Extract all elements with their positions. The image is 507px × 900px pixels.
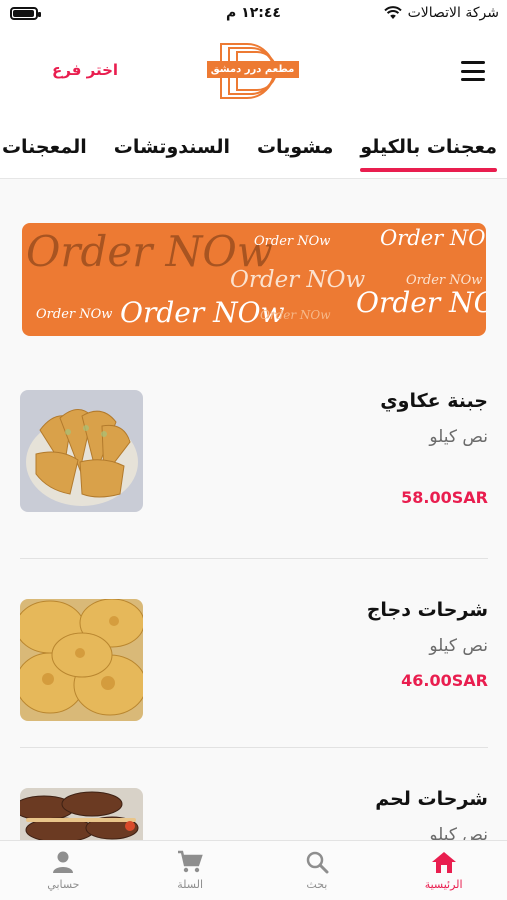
user-icon — [53, 851, 74, 873]
choose-branch-link[interactable]: اختر فرع — [52, 61, 118, 79]
product-card[interactable]: شرحات دجاج نص كيلو 46.00SAR — [20, 599, 488, 723]
promo-banner[interactable]: Order NOw Order NOw Order NOw Order NOw … — [22, 223, 486, 336]
banner-text: Order NOw — [254, 234, 331, 249]
product-name: شرحات لحم — [375, 788, 488, 810]
product-name: شرحات دجاج — [366, 599, 488, 621]
product-list[interactable]: Order NOw Order NOw Order NOw Order NOw … — [0, 179, 507, 840]
hamburger-menu-button[interactable] — [461, 61, 485, 81]
tab-pastries-by-kilo[interactable]: معجنات بالكيلو — [360, 136, 497, 172]
status-bar: ١٢:٤٤ م شركة الاتصالات — [0, 0, 507, 28]
wifi-icon — [383, 6, 402, 19]
item-divider — [20, 558, 488, 559]
nav-account[interactable]: حسابي — [0, 841, 127, 900]
search-icon — [306, 851, 329, 874]
product-image — [20, 390, 143, 512]
tab-grills[interactable]: مشويات — [257, 136, 333, 172]
logo-text: مطعم درر دمشق — [210, 64, 295, 75]
product-description: نص كيلو — [429, 427, 488, 447]
cart-icon — [178, 850, 203, 873]
product-card[interactable]: شرحات لحم نص كيلو — [20, 788, 488, 840]
nav-cart[interactable]: السلة — [127, 841, 254, 900]
product-description: نص كيلو — [429, 636, 488, 656]
product-image — [20, 788, 143, 840]
nav-label: السلة — [177, 878, 204, 891]
product-card[interactable]: جبنة عكاوي نص كيلو 58.00SAR — [20, 390, 488, 514]
tab-sandwiches[interactable]: السندوتشات — [114, 136, 230, 172]
banner-text: Order NOw — [260, 308, 331, 322]
menu-line — [461, 69, 485, 73]
nav-home[interactable]: الرئيسية — [380, 841, 507, 900]
product-name: جبنة عكاوي — [380, 390, 488, 412]
banner-text: Order NOw — [36, 307, 113, 322]
status-carrier: شركة الاتصالات — [383, 5, 499, 21]
product-price: 58.00SAR — [401, 488, 488, 507]
nav-label: بحث — [306, 878, 328, 891]
tab-pastries[interactable]: المعجنات — [2, 136, 87, 172]
battery-level — [13, 10, 34, 17]
nav-label: الرئيسية — [424, 878, 463, 891]
menu-line — [461, 61, 485, 64]
menu-line — [461, 78, 485, 81]
nav-label: حسابي — [47, 878, 80, 891]
banner-text: Order NOw — [356, 286, 486, 319]
restaurant-logo: مطعم درر دمشق — [206, 40, 301, 102]
home-icon — [431, 852, 456, 873]
item-divider — [20, 747, 488, 748]
banner-text: Order NOw — [380, 226, 486, 250]
product-image — [20, 599, 143, 721]
nav-search[interactable]: بحث — [254, 841, 381, 900]
product-description: نص كيلو — [429, 825, 488, 840]
carrier-name: شركة الاتصالات — [407, 5, 499, 21]
status-time: ١٢:٤٤ م — [226, 5, 281, 21]
app-header: مطعم درر دمشق اختر فرع — [0, 30, 507, 112]
bottom-navigation: الرئيسية بحث السلة حسابي — [0, 840, 507, 900]
banner-text: Order NOw — [230, 267, 366, 293]
category-tabs: معجنات بالكيلو مشويات السندوتشات المعجنا… — [0, 118, 507, 178]
product-price: 46.00SAR — [401, 671, 488, 690]
battery-icon — [10, 7, 41, 20]
